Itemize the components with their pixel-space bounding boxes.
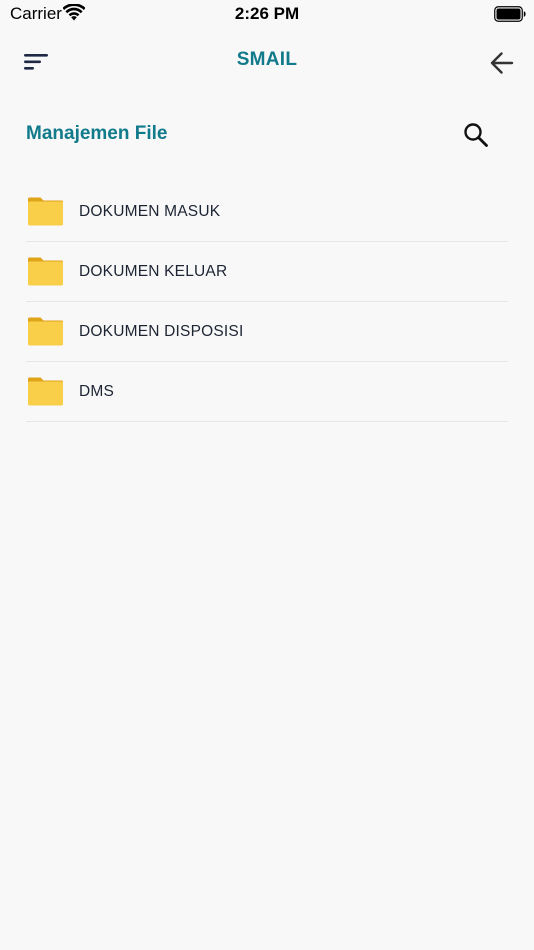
folder-icon — [28, 197, 63, 226]
section-title: Manajemen File — [26, 123, 168, 144]
folder-icon — [28, 317, 63, 346]
status-time: 2:26 PM — [234, 4, 300, 23]
folder-icon — [28, 257, 63, 286]
file-label: DOKUMEN KELUAR — [79, 262, 228, 280]
folder-icon — [28, 377, 63, 406]
file-item-dms[interactable]: DMS — [26, 362, 508, 422]
file-label: DOKUMEN MASUK — [79, 202, 221, 220]
file-item-dokumen-masuk[interactable]: DOKUMEN MASUK — [26, 182, 508, 242]
app-title: SMAIL — [236, 49, 298, 70]
battery-icon — [494, 6, 526, 22]
file-label: DOKUMEN DISPOSISI — [79, 322, 244, 340]
status-bar: Carrier 2:26 PM — [0, 0, 534, 30]
file-list: DOKUMEN MASUK DOKUMEN KELUAR DOKUMEN DIS… — [26, 182, 508, 422]
file-label: DMS — [79, 382, 115, 400]
back-arrow-icon[interactable] — [489, 50, 515, 76]
file-item-dokumen-disposisi[interactable]: DOKUMEN DISPOSISI — [26, 302, 508, 362]
search-icon[interactable] — [463, 122, 489, 148]
file-item-dokumen-keluar[interactable]: DOKUMEN KELUAR — [26, 242, 508, 302]
